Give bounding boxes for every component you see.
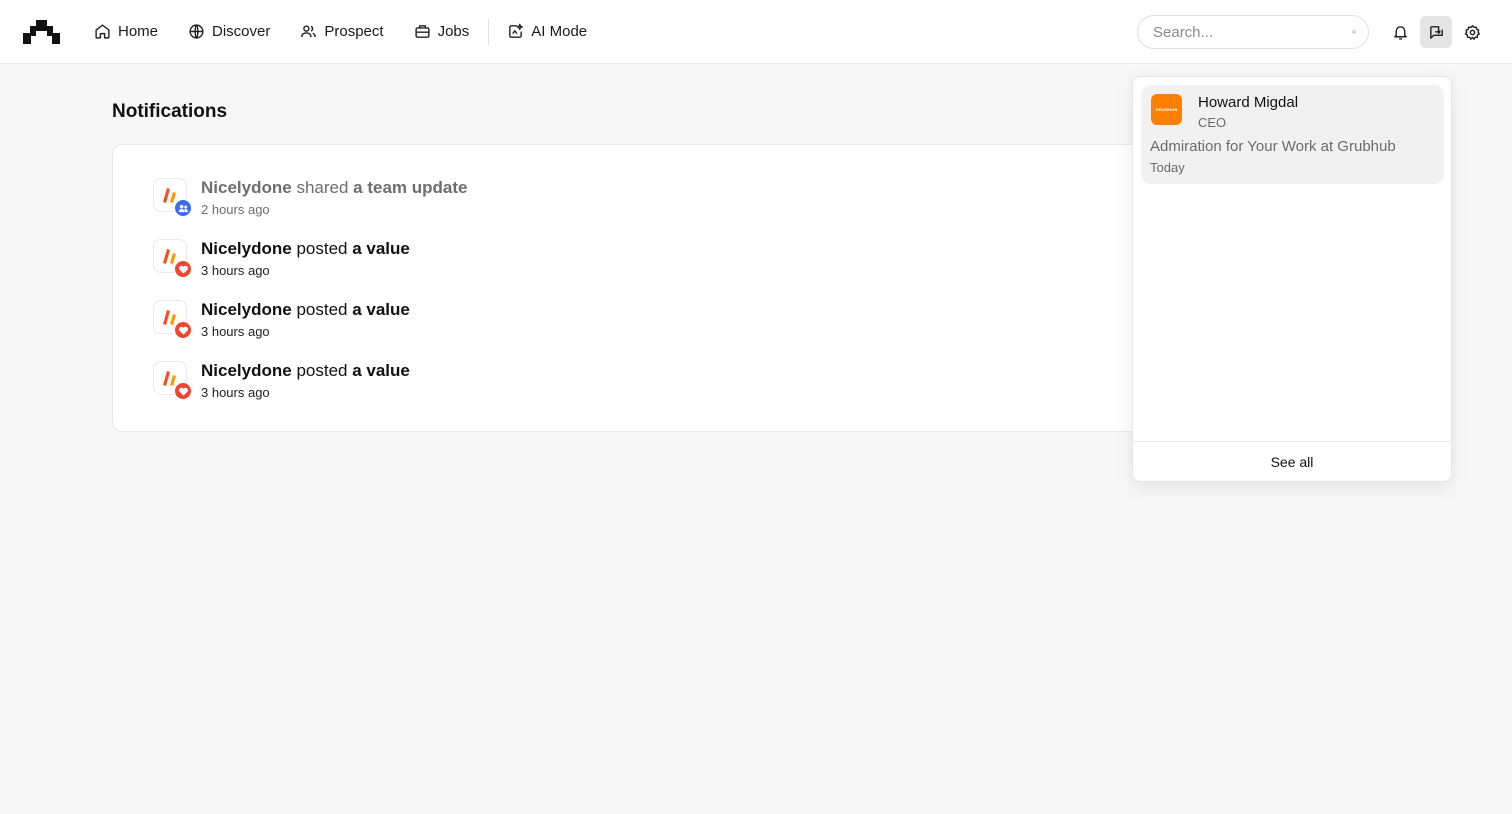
nav-divider xyxy=(488,18,490,45)
notification-actor[interactable]: Nicelydone xyxy=(201,239,292,258)
settings-button[interactable] xyxy=(1456,16,1488,48)
page-title: Notifications xyxy=(112,101,228,122)
team-badge xyxy=(174,199,192,217)
avatar xyxy=(153,300,192,339)
notification-object[interactable]: a value xyxy=(352,300,410,319)
see-all-button[interactable]: See all xyxy=(1133,441,1451,481)
nav-jobs[interactable]: Jobs xyxy=(414,23,470,40)
message-sender-role: CEO xyxy=(1198,115,1227,130)
heart-icon xyxy=(178,265,188,274)
search-input[interactable] xyxy=(1153,23,1352,41)
notification-text: Nicelydone posted a value xyxy=(201,300,410,320)
app-logo[interactable] xyxy=(23,20,60,44)
notification-item[interactable]: Nicelydone posted a value 3 hours ago xyxy=(153,361,753,411)
search-box[interactable] xyxy=(1137,15,1369,49)
message-date: Today xyxy=(1150,160,1185,175)
notification-item[interactable]: Nicelydone posted a value 3 hours ago xyxy=(153,239,753,289)
globe-icon xyxy=(189,24,204,39)
search-icon[interactable] xyxy=(1352,24,1356,40)
notification-text: Nicelydone shared a team update xyxy=(201,178,467,198)
team-icon xyxy=(178,204,188,212)
nav-ai-mode-label: AI Mode xyxy=(531,23,588,40)
notification-object[interactable]: a team update xyxy=(353,178,467,197)
avatar xyxy=(153,239,192,278)
messages-button[interactable] xyxy=(1420,16,1452,48)
nav-discover-label: Discover xyxy=(212,23,271,40)
notification-text: Nicelydone posted a value xyxy=(201,239,410,259)
notification-verb: shared xyxy=(296,178,349,197)
message-subject: Admiration for Your Work at Grubhub xyxy=(1150,138,1396,155)
nav-discover[interactable]: Discover xyxy=(188,23,270,40)
message-item[interactable]: GRUBHUB Howard Migdal CEO Admiration for… xyxy=(1141,85,1444,184)
briefcase-icon xyxy=(414,25,430,38)
notification-actor[interactable]: Nicelydone xyxy=(201,178,292,197)
notification-object[interactable]: a value xyxy=(352,361,410,380)
notification-actor[interactable]: Nicelydone xyxy=(201,361,292,380)
users-icon xyxy=(301,25,317,38)
heart-badge xyxy=(174,321,192,339)
nav-home-label: Home xyxy=(118,23,159,40)
notification-object[interactable]: a value xyxy=(352,239,410,258)
grubhub-logo-text: GRUBHUB xyxy=(1155,107,1178,112)
message-sender: Howard Migdal xyxy=(1198,94,1299,111)
nav-home[interactable]: Home xyxy=(94,23,158,40)
heart-icon xyxy=(178,326,188,335)
heart-badge xyxy=(174,382,192,400)
notification-time: 2 hours ago xyxy=(201,202,270,217)
top-bar: Home Discover Prospect Jobs AI Mode xyxy=(0,0,1512,64)
messages-dropdown: GRUBHUB Howard Migdal CEO Admiration for… xyxy=(1132,76,1452,482)
nav-jobs-label: Jobs xyxy=(437,23,470,40)
nav-prospect[interactable]: Prospect xyxy=(300,23,384,40)
avatar xyxy=(153,361,192,400)
grubhub-logo: GRUBHUB xyxy=(1151,94,1182,125)
nav-ai-mode[interactable]: AI Mode xyxy=(507,23,587,40)
avatar xyxy=(153,178,192,217)
notification-verb: posted xyxy=(296,361,348,380)
nav-prospect-label: Prospect xyxy=(324,23,384,40)
notification-time: 3 hours ago xyxy=(201,385,270,400)
bell-icon xyxy=(1393,25,1407,40)
notification-actor[interactable]: Nicelydone xyxy=(201,300,292,319)
notification-item[interactable]: Nicelydone posted a value 3 hours ago xyxy=(153,300,753,350)
heart-icon xyxy=(178,387,188,396)
notification-time: 3 hours ago xyxy=(201,263,270,278)
home-icon xyxy=(95,24,110,39)
main-nav: Home Discover Prospect Jobs AI Mode xyxy=(94,0,617,63)
notifications-list: Nicelydone shared a team update 2 hours … xyxy=(112,144,1212,432)
message-icon xyxy=(1429,25,1443,39)
gear-icon xyxy=(1464,24,1480,40)
sparkle-icon xyxy=(509,23,524,38)
notifications-button[interactable] xyxy=(1384,16,1416,48)
notification-text: Nicelydone posted a value xyxy=(201,361,410,381)
notification-verb: posted xyxy=(296,239,348,258)
notification-verb: posted xyxy=(296,300,348,319)
heart-badge xyxy=(174,260,192,278)
notification-time: 3 hours ago xyxy=(201,324,270,339)
notification-item[interactable]: Nicelydone shared a team update 2 hours … xyxy=(153,178,753,228)
